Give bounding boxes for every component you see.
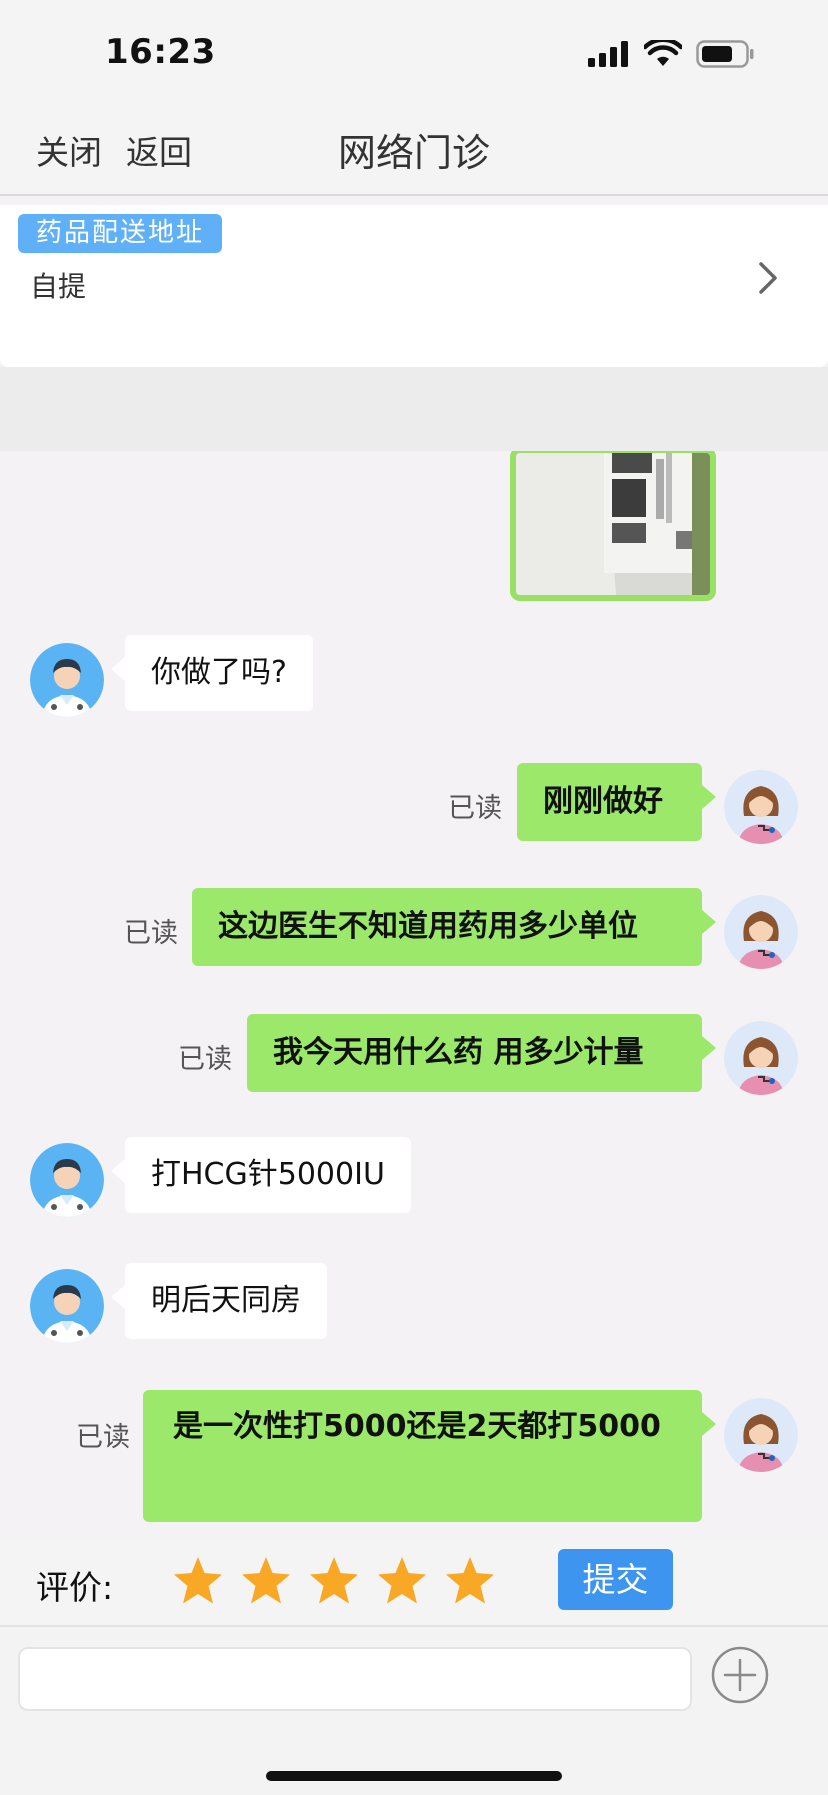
signal-icon <box>588 41 628 67</box>
patient-avatar[interactable] <box>724 895 798 969</box>
star-icon[interactable] <box>376 1555 428 1607</box>
doctor-icon <box>30 643 104 717</box>
chevron-right-icon[interactable] <box>758 261 778 295</box>
battery-icon <box>696 40 754 68</box>
star-icon[interactable] <box>308 1555 360 1607</box>
home-indicator[interactable] <box>266 1771 562 1781</box>
read-status: 已读 <box>178 1044 232 1075</box>
delivery-address-value: 自提 <box>30 270 87 303</box>
doctor-avatar[interactable] <box>30 1143 104 1217</box>
patient-icon <box>724 770 798 844</box>
star-icon[interactable] <box>444 1555 496 1607</box>
delivery-address-tag: 药品配送地址 <box>18 214 223 253</box>
status-time: 16:23 <box>105 32 216 72</box>
delivery-address-card[interactable]: 药品配送地址 自提 <box>0 205 828 367</box>
my-message: 是一次性打5000还是2天都打5000 <box>143 1390 716 1522</box>
read-status: 已读 <box>448 793 502 824</box>
input-bar <box>0 1625 828 1729</box>
doctor-message: 明后天同房 <box>111 1263 327 1339</box>
status-icons <box>588 40 754 68</box>
patient-icon <box>724 895 798 969</box>
section-divider <box>0 367 828 451</box>
my-message: 这边医生不知道用药用多少单位 <box>192 888 716 966</box>
patient-avatar[interactable] <box>724 770 798 844</box>
rating-bar: 评价: 提交 <box>0 1539 828 1625</box>
patient-icon <box>724 1021 798 1095</box>
chat-area[interactable]: 你做了吗? 已读 刚刚做好 已读 这边医生不知道用药用多少单位 已读 我今天用什… <box>0 451 828 1539</box>
read-status: 已读 <box>76 1422 130 1453</box>
document-photo <box>516 453 710 595</box>
doctor-icon <box>30 1143 104 1217</box>
status-bar: 16:23 <box>0 0 828 100</box>
patient-avatar[interactable] <box>724 1398 798 1472</box>
doctor-avatar[interactable] <box>30 643 104 717</box>
submit-rating-button[interactable]: 提交 <box>558 1549 673 1610</box>
star-rating[interactable] <box>172 1555 496 1607</box>
page-title: 网络门诊 <box>337 131 490 175</box>
doctor-message: 打HCG针5000IU <box>111 1137 411 1213</box>
plus-icon[interactable] <box>710 1645 770 1705</box>
star-icon[interactable] <box>240 1555 292 1607</box>
doctor-icon <box>30 1269 104 1343</box>
rating-label: 评价: <box>36 1568 114 1607</box>
message-input[interactable] <box>18 1647 692 1711</box>
read-status: 已读 <box>124 918 178 949</box>
patient-icon <box>724 1398 798 1472</box>
patient-avatar[interactable] <box>724 1021 798 1095</box>
my-message: 刚刚做好 <box>517 763 716 841</box>
nav-bar: 关闭 返回 网络门诊 <box>0 100 828 196</box>
image-message[interactable] <box>510 451 716 601</box>
doctor-avatar[interactable] <box>30 1269 104 1343</box>
doctor-message: 你做了吗? <box>111 635 313 711</box>
wifi-icon <box>644 40 682 66</box>
home-indicator-area <box>0 1727 828 1795</box>
my-message: 我今天用什么药 用多少计量 <box>247 1014 716 1092</box>
star-icon[interactable] <box>172 1555 224 1607</box>
